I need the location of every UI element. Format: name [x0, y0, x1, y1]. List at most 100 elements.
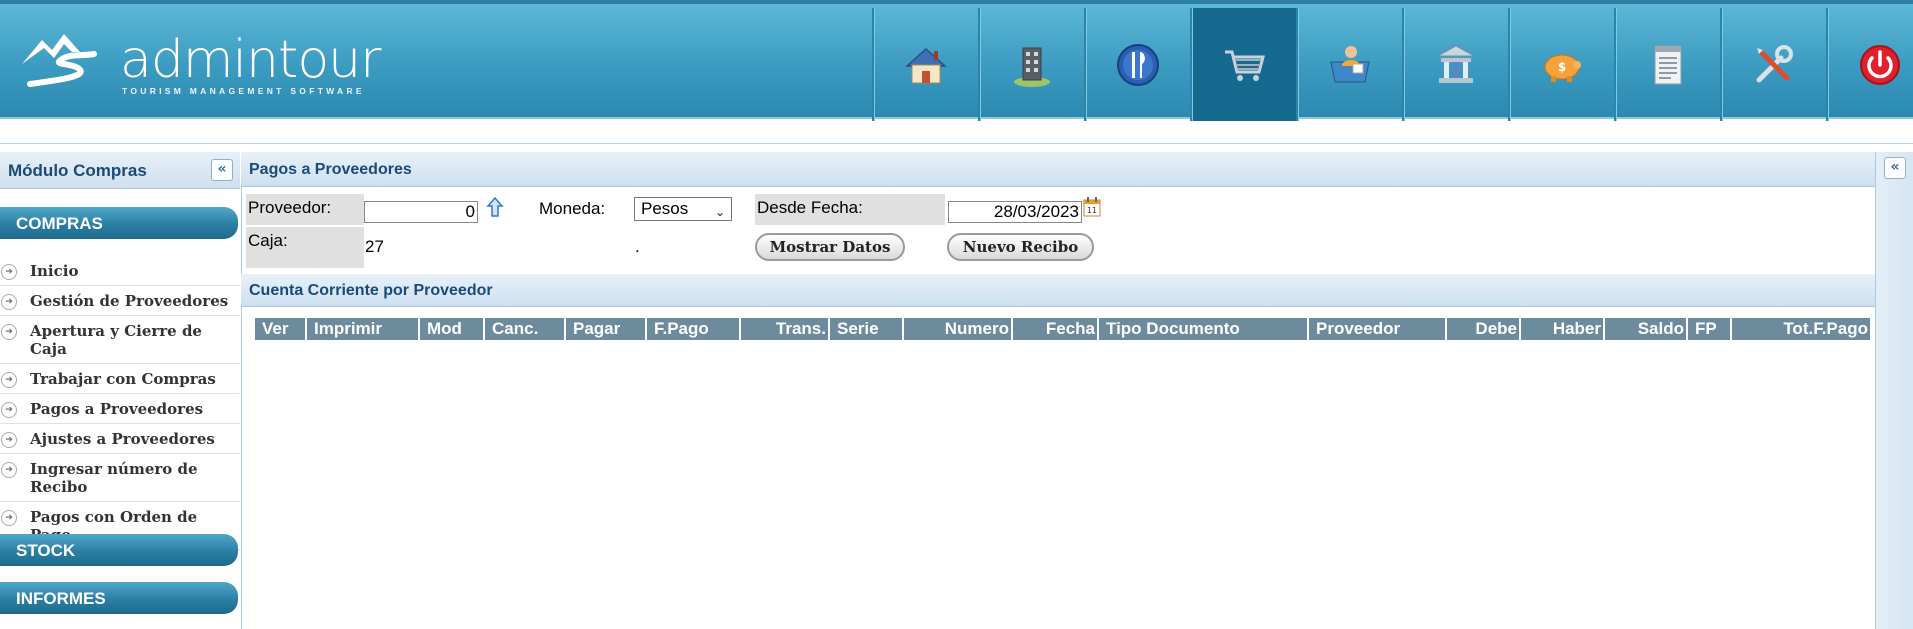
user-folder-icon: [1330, 45, 1370, 82]
col-tot-fpago[interactable]: Tot.F.Pago: [1732, 318, 1870, 340]
tools-icon: [1756, 44, 1793, 82]
sidebar-header: Módulo Compras «: [0, 152, 240, 189]
col-pagar[interactable]: Pagar: [566, 318, 647, 340]
section-label: COMPRAS: [16, 214, 103, 233]
section-label: STOCK: [16, 541, 76, 560]
section-compras[interactable]: COMPRAS: [0, 207, 238, 239]
right-panel-expand-button[interactable]: «: [1884, 157, 1906, 179]
grid-column-headers: Ver Imprimir Mod Canc. Pagar F.Pago Tran…: [255, 318, 1870, 340]
mountain-road-icon: [22, 34, 97, 87]
col-ver[interactable]: Ver: [255, 318, 307, 340]
arrow-right-icon: ➔: [1, 294, 17, 310]
col-haber[interactable]: Haber: [1521, 318, 1605, 340]
nav-banco[interactable]: [1402, 8, 1508, 121]
sidebar-item-gestion-proveedores[interactable]: ➔ Gestión de Proveedores: [0, 286, 240, 316]
proveedor-input[interactable]: 0: [364, 201, 478, 223]
desde-fecha-input[interactable]: 28/03/2023: [948, 201, 1082, 223]
app-header: admintour TOURISM MANAGEMENT SOFTWARE $: [0, 0, 1913, 144]
sidebar-item-apertura-cierre-caja[interactable]: ➔ Apertura y Cierre de Caja: [0, 316, 240, 364]
sidebar-item-ingresar-recibo[interactable]: ➔ Ingresar número de Recibo: [0, 454, 240, 502]
nav-documentos[interactable]: [1614, 8, 1720, 121]
section-informes[interactable]: INFORMES: [0, 582, 238, 614]
brand-name: admintour: [120, 30, 381, 90]
nav-salir[interactable]: [1826, 8, 1913, 121]
nav-clientes[interactable]: [1296, 8, 1402, 121]
sidebar-item-label: Inicio: [30, 262, 79, 280]
col-fp[interactable]: FP: [1688, 318, 1732, 340]
building-icon: [1014, 47, 1050, 87]
col-canc[interactable]: Canc.: [485, 318, 566, 340]
shopping-cart-icon: [1225, 50, 1265, 81]
home-icon: [905, 47, 947, 83]
sidebar: Módulo Compras « COMPRAS ➔ Inicio ➔ Gest…: [0, 152, 242, 629]
nav-home[interactable]: [872, 8, 978, 121]
arrow-right-icon: ➔: [1, 372, 17, 388]
calendar-icon[interactable]: 11: [1083, 197, 1101, 217]
sidebar-item-label: Apertura y Cierre de Caja: [30, 322, 202, 358]
main-panel: Pagos a Proveedores Proveedor: 0 Moneda:…: [241, 152, 1876, 629]
moneda-select[interactable]: Pesos ⌄: [634, 197, 732, 221]
arrow-right-icon: ➔: [1, 324, 17, 340]
grid-title: Cuenta Corriente por Proveedor: [249, 282, 493, 299]
sidebar-title: Módulo Compras: [8, 161, 147, 180]
nav-herramientas[interactable]: [1720, 8, 1826, 121]
power-icon: [1860, 44, 1900, 85]
arrow-right-icon: ➔: [1, 402, 17, 418]
page-title: Pagos a Proveedores: [249, 161, 412, 178]
nav-compras[interactable]: [1190, 8, 1296, 121]
arrow-right-icon: ➔: [1, 510, 17, 526]
sidebar-item-label: Ingresar número de Recibo: [30, 460, 198, 496]
col-trans[interactable]: Trans.: [741, 318, 830, 340]
sidebar-item-ajustes-proveedores[interactable]: ➔ Ajustes a Proveedores: [0, 424, 240, 454]
bank-icon: [1436, 44, 1476, 83]
col-imprimir[interactable]: Imprimir: [307, 318, 420, 340]
col-fpago[interactable]: F.Pago: [647, 318, 741, 340]
col-fecha[interactable]: Fecha: [1013, 318, 1099, 340]
svg-text:11: 11: [1087, 206, 1097, 215]
arrow-up-icon[interactable]: [486, 196, 504, 218]
separator-dot: .: [635, 237, 640, 256]
col-mod[interactable]: Mod: [420, 318, 485, 340]
restaurant-icon: [1117, 43, 1159, 86]
sidebar-item-inicio[interactable]: ➔ Inicio: [0, 256, 240, 286]
document-list-icon: [1654, 45, 1682, 84]
chevron-down-icon: ⌄: [714, 205, 725, 219]
arrow-right-icon: ➔: [1, 432, 17, 448]
proveedor-label: Proveedor:: [246, 194, 364, 225]
col-saldo[interactable]: Saldo: [1605, 318, 1688, 340]
caja-label: Caja:: [246, 227, 364, 268]
brand-logo[interactable]: admintour TOURISM MANAGEMENT SOFTWARE: [20, 30, 381, 100]
nav-restaurant[interactable]: [1084, 8, 1190, 121]
panel-header: Pagos a Proveedores: [241, 152, 1875, 187]
banner: admintour TOURISM MANAGEMENT SOFTWARE $: [0, 4, 1913, 121]
main-nav: $: [872, 8, 1913, 121]
moneda-label: Moneda:: [539, 199, 606, 218]
nuevo-recibo-button[interactable]: Nuevo Recibo: [947, 233, 1094, 261]
moneda-value: Pesos: [641, 199, 689, 218]
right-panel: «: [1876, 152, 1913, 629]
col-numero[interactable]: Numero: [904, 318, 1013, 340]
col-proveedor[interactable]: Proveedor: [1309, 318, 1447, 340]
sidebar-item-label: Pagos a Proveedores: [30, 400, 204, 418]
sidebar-item-pagos-proveedores[interactable]: ➔ Pagos a Proveedores: [0, 394, 240, 424]
sidebar-item-label: Gestión de Proveedores: [30, 292, 229, 310]
col-debe[interactable]: Debe: [1447, 318, 1521, 340]
section-label: INFORMES: [16, 589, 106, 608]
col-tipo-documento[interactable]: Tipo Documento: [1099, 318, 1309, 340]
sidebar-collapse-button[interactable]: «: [211, 159, 233, 181]
mostrar-datos-button[interactable]: Mostrar Datos: [755, 233, 905, 261]
caja-value: 27: [365, 237, 384, 256]
sub-bar: [0, 121, 1913, 144]
piggy-bank-icon: $: [1544, 54, 1581, 82]
section-stock[interactable]: STOCK: [0, 534, 238, 566]
arrow-right-icon: ➔: [1, 462, 17, 478]
col-serie[interactable]: Serie: [830, 318, 904, 340]
nav-ahorros[interactable]: $: [1508, 8, 1614, 121]
nav-hotel[interactable]: [978, 8, 1084, 121]
sidebar-item-trabajar-compras[interactable]: ➔ Trabajar con Compras: [0, 364, 240, 394]
sidebar-item-label: Ajustes a Proveedores: [30, 430, 215, 448]
arrow-right-icon: ➔: [1, 264, 17, 280]
grid-header-bar: Cuenta Corriente por Proveedor: [241, 274, 1875, 307]
desde-fecha-label: Desde Fecha:: [755, 194, 945, 225]
sidebar-item-label: Trabajar con Compras: [30, 370, 216, 388]
